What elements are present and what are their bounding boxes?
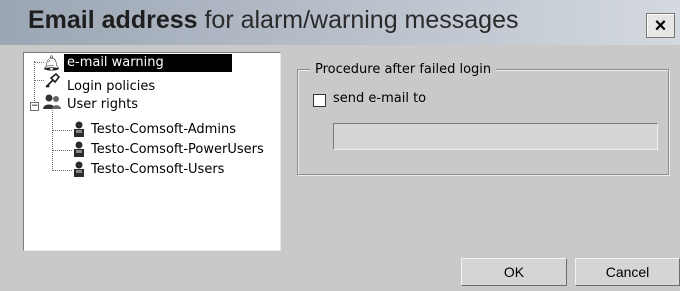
user-icon	[72, 141, 86, 157]
dialog-title-rest: for alarm/warning messages	[197, 6, 519, 34]
users-group-icon	[42, 92, 61, 110]
tree-item-label: Testo-Comsoft-Users	[91, 162, 225, 177]
ok-button[interactable]: OK	[461, 258, 567, 286]
tree-item-admins[interactable]: Testo-Comsoft-Admins	[24, 121, 280, 139]
dialog-title-bold: Email address	[28, 6, 198, 34]
tree-item-label: Testo-Comsoft-PowerUsers	[91, 142, 264, 157]
cancel-button[interactable]: Cancel	[575, 258, 680, 286]
settings-tree[interactable]: 🔔︎ e-mail warning Login policies − User …	[23, 52, 281, 251]
bell-icon: 🔔︎	[42, 54, 62, 72]
tree-item-user-rights[interactable]: User rights	[24, 94, 280, 114]
tree-item-login-policies[interactable]: Login policies	[24, 72, 280, 96]
user-icon	[72, 121, 86, 137]
email-alarm-dialog: Email address for alarm/warning messages…	[0, 0, 680, 291]
tree-item-label: Testo-Comsoft-Admins	[91, 122, 236, 137]
dialog-title: Email address for alarm/warning messages	[28, 6, 519, 35]
send-email-label[interactable]: send e-mail to	[333, 91, 426, 106]
title-bar: Email address for alarm/warning messages…	[0, 0, 680, 45]
close-button[interactable]: ×	[646, 13, 675, 38]
key-pen-icon	[44, 72, 62, 90]
tree-item-label: e-mail warning	[64, 54, 232, 72]
user-icon	[72, 161, 86, 177]
tree-item-powerusers[interactable]: Testo-Comsoft-PowerUsers	[24, 141, 280, 159]
email-address-field[interactable]	[333, 123, 658, 150]
tree-item-email-warning[interactable]: 🔔︎ e-mail warning	[24, 54, 280, 72]
tree-item-users[interactable]: Testo-Comsoft-Users	[24, 161, 280, 179]
tree-item-label: Login policies	[67, 79, 156, 94]
failed-login-groupbox	[297, 69, 669, 175]
send-email-checkbox[interactable]	[313, 94, 326, 107]
tree-item-label: User rights	[67, 97, 139, 112]
groupbox-title: Procedure after failed login	[310, 62, 497, 77]
